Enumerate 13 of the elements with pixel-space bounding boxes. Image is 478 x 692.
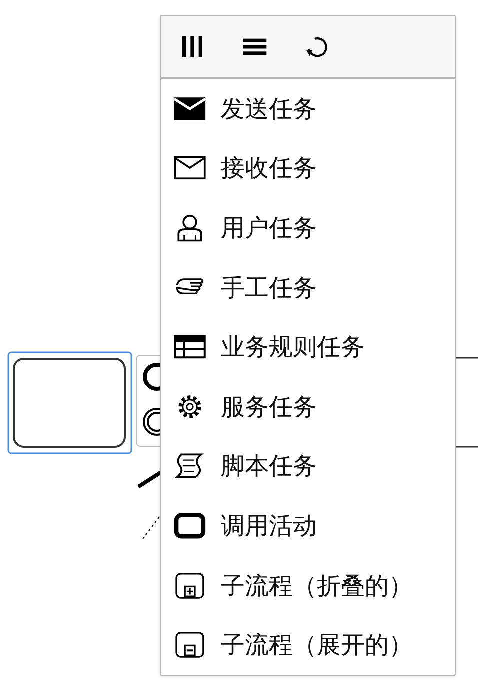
menu-item[interactable]: 子流程（折叠的） xyxy=(161,556,455,616)
edge-line xyxy=(456,446,478,448)
menu-item[interactable]: 脚本任务 xyxy=(161,436,455,496)
edge-line xyxy=(456,357,478,359)
menu-item[interactable]: 业务规则任务 xyxy=(161,317,455,377)
menu-item[interactable]: 服务任务 xyxy=(161,376,455,437)
menu-item[interactable]: 发送任务 xyxy=(161,79,455,139)
menu-item[interactable]: 用户任务 xyxy=(161,198,455,258)
menu-item[interactable]: 接收任务 xyxy=(161,138,455,198)
menu-item[interactable]: 调用活动 xyxy=(161,496,455,556)
menu-item[interactable]: 子流程（展开的） xyxy=(161,615,455,675)
task-shape[interactable] xyxy=(13,358,126,448)
menu-item[interactable]: 手工任务 xyxy=(161,258,455,318)
